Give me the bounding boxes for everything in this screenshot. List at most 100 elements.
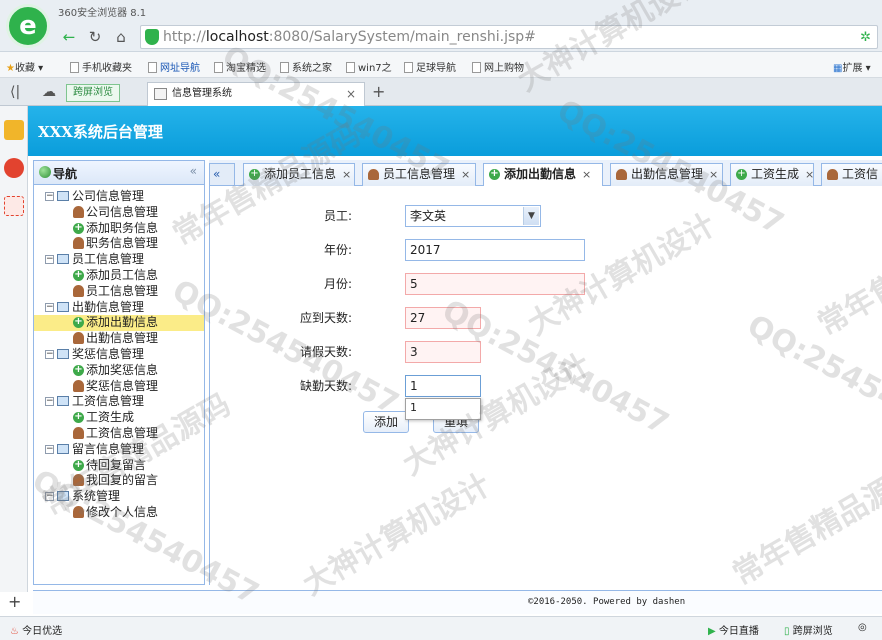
user-icon — [73, 284, 84, 297]
close-tab-icon[interactable]: × — [461, 168, 470, 181]
nav-group[interactable]: − 出勤信息管理 — [34, 300, 204, 316]
bookmark-item[interactable]: 网上购物 — [472, 59, 524, 74]
collapse-toggle-icon[interactable]: − — [45, 444, 54, 454]
bookmark-favorites[interactable]: ★收藏 ▾ — [6, 59, 43, 74]
nav-item[interactable]: 公司信息管理 — [34, 205, 204, 221]
autocomplete-suggestion[interactable]: 1 — [405, 398, 481, 420]
content-tab[interactable]: + 添加员工信息 × — [243, 163, 355, 186]
favorites-star-icon[interactable] — [4, 120, 24, 140]
nav-item-label: 添加奖惩信息 — [86, 362, 159, 377]
address-bar[interactable]: http://localhost:8080/SalarySystem/main_… — [140, 25, 878, 49]
nav-item[interactable]: 我回复的留言 — [34, 473, 204, 489]
add-circle-icon: + — [736, 168, 747, 180]
nav-item-label: 我回复的留言 — [86, 473, 159, 488]
mail-icon[interactable] — [4, 196, 24, 216]
due-days-input[interactable]: 27 — [405, 307, 481, 329]
bookmark-item[interactable]: 淘宝精选 — [214, 59, 266, 74]
absent-days-input[interactable]: 1 — [405, 375, 481, 397]
nav-group[interactable]: − 工资信息管理 — [34, 394, 204, 410]
chevron-down-icon[interactable]: ▼ — [523, 207, 539, 225]
app-footer: ©2016-2050. Powered by dashen — [33, 590, 882, 614]
folder-computer-icon — [57, 491, 69, 502]
nav-item[interactable]: 修改个人信息 — [34, 505, 204, 521]
browser-tab-active[interactable]: 信息管理系统 × — [147, 82, 365, 107]
nav-item[interactable]: 员工信息管理 — [34, 284, 204, 300]
user-icon — [73, 474, 84, 487]
bookmark-item[interactable]: win7之 — [346, 59, 392, 74]
folder-computer-icon — [57, 348, 69, 359]
nav-item[interactable]: + 添加出勤信息 — [34, 315, 204, 332]
extensions-button[interactable]: ▦扩展 ▾ — [833, 59, 871, 74]
employee-select[interactable]: 李文英 ▼ — [405, 205, 541, 227]
nav-item[interactable]: + 添加奖惩信息 — [34, 363, 204, 379]
bookmark-item[interactable]: 系统之家 — [280, 59, 332, 74]
close-tab-icon[interactable]: × — [342, 168, 351, 181]
nav-item[interactable]: 工资信息管理 — [34, 426, 204, 442]
nav-item[interactable]: + 待回复留言 — [34, 458, 204, 474]
close-tab-icon[interactable]: × — [805, 168, 814, 181]
status-cross-screen[interactable]: ▯ 跨屏浏览 — [784, 622, 833, 637]
nav-item-label: 添加出勤信息 — [86, 315, 159, 330]
nav-item-label: 工资信息管理 — [86, 425, 159, 440]
add-dock-icon[interactable]: + — [8, 592, 21, 611]
sidebar-toggle-icon[interactable]: ⟨| — [10, 84, 20, 100]
content-tab-bar: « × + 添加员工信息 × 员工信息管理 × + 添加出勤信息 × 出勤信息管理 × + 工资生成 ×… — [209, 160, 882, 202]
browser-name: 360安全浏览器 8.1 — [58, 8, 147, 19]
bookmark-item[interactable]: 网址导航 — [148, 59, 200, 74]
user-icon — [73, 332, 84, 345]
loading-icon[interactable]: ✲ — [860, 30, 871, 45]
content-tab[interactable]: + 添加出勤信息 × — [483, 163, 603, 187]
collapse-toggle-icon[interactable]: − — [45, 397, 54, 407]
nav-group[interactable]: − 奖惩信息管理 — [34, 347, 204, 363]
collapse-icon[interactable]: « — [190, 164, 197, 178]
employee-value: 李文英 — [410, 209, 447, 223]
close-tab-icon[interactable]: × — [582, 168, 591, 181]
nav-tree: − 公司信息管理 公司信息管理 + 添加职务信息 职务信息管理 − 员工信息管理 + 添加员工信息… — [34, 189, 204, 521]
nav-item-label: 添加职务信息 — [86, 220, 159, 235]
status-live[interactable]: ▶ 今日直播 — [708, 622, 759, 637]
security-shield-icon — [145, 29, 159, 45]
nav-item[interactable]: 出勤信息管理 — [34, 331, 204, 347]
new-tab-icon[interactable]: + — [372, 82, 385, 101]
collapse-toggle-icon[interactable]: − — [45, 302, 54, 312]
cross-screen-tab[interactable]: 跨屏浏览 — [66, 84, 120, 102]
nav-group[interactable]: − 系统管理 — [34, 489, 204, 505]
back-arrow-icon[interactable]: ← — [58, 27, 80, 47]
bookmark-item[interactable]: 足球导航 — [404, 59, 456, 74]
add-button[interactable]: 添加 — [363, 411, 409, 433]
weibo-icon[interactable] — [4, 158, 24, 178]
close-tab-icon[interactable]: × — [346, 83, 356, 105]
collapse-toggle-icon[interactable]: − — [45, 492, 54, 502]
close-tab-icon[interactable]: × — [709, 168, 718, 181]
collapse-toggle-icon[interactable]: − — [45, 255, 54, 265]
month-input[interactable]: 5 — [405, 273, 585, 295]
home-icon[interactable]: ⌂ — [110, 27, 132, 47]
bookmark-item[interactable]: 手机收藏夹 — [70, 59, 132, 74]
content-tab[interactable]: 出勤信息管理 × — [610, 163, 723, 186]
user-icon — [368, 169, 379, 180]
leave-days-input[interactable]: 3 — [405, 341, 481, 363]
tab-scroll-left[interactable]: « × — [209, 163, 235, 202]
user-icon — [616, 169, 627, 180]
nav-group[interactable]: − 公司信息管理 — [34, 189, 204, 205]
browser-logo-icon[interactable]: e — [6, 4, 50, 48]
nav-item[interactable]: + 添加员工信息 — [34, 268, 204, 284]
nav-group[interactable]: − 员工信息管理 — [34, 252, 204, 268]
year-input[interactable]: 2017 — [405, 239, 585, 261]
collapse-toggle-icon[interactable]: − — [45, 192, 54, 201]
content-tab[interactable]: + 工资生成 × — [730, 163, 814, 186]
nav-item[interactable]: + 添加职务信息 — [34, 221, 204, 237]
nav-item[interactable]: + 工资生成 — [34, 410, 204, 426]
collapse-toggle-icon[interactable]: − — [45, 349, 54, 359]
user-icon — [73, 426, 84, 439]
nav-item[interactable]: 职务信息管理 — [34, 236, 204, 252]
cloud-icon[interactable]: ☁ — [42, 84, 56, 100]
content-tab[interactable]: 工资信 — [821, 163, 882, 186]
nav-item[interactable]: 奖惩信息管理 — [34, 379, 204, 395]
user-icon — [73, 505, 84, 518]
content-tab[interactable]: 员工信息管理 × — [362, 163, 476, 186]
nav-group[interactable]: − 留言信息管理 — [34, 442, 204, 458]
status-settings-icon[interactable]: ◎ — [858, 622, 867, 633]
refresh-icon[interactable]: ↻ — [84, 27, 106, 47]
status-daily-pick[interactable]: ♨ 今日优选 — [10, 622, 62, 637]
